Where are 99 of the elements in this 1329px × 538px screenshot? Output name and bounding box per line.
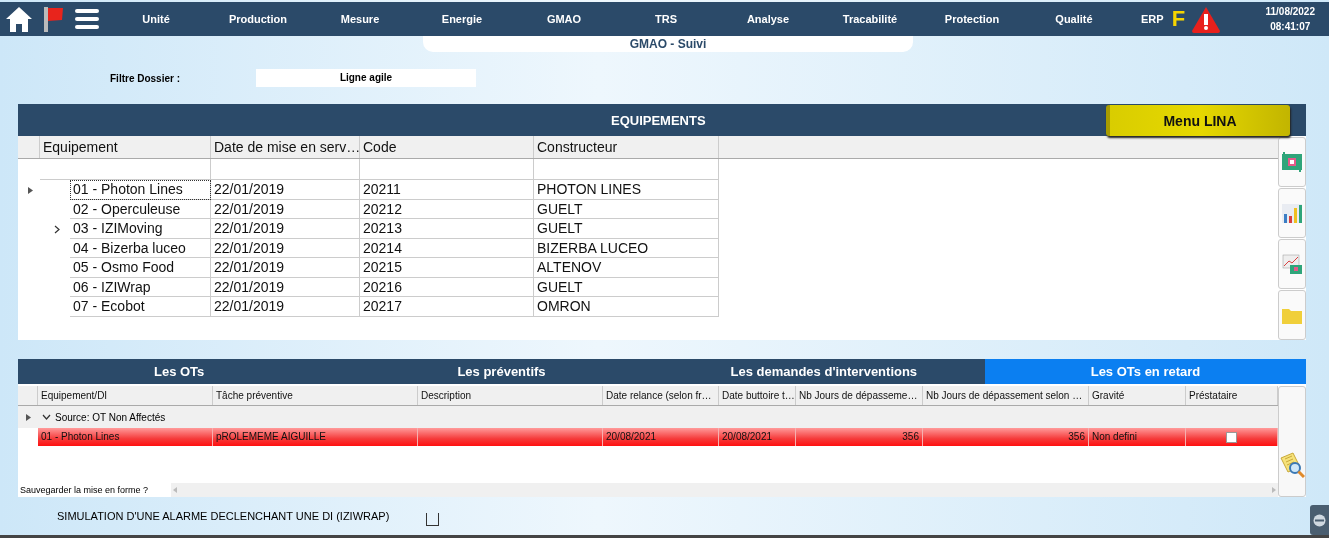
tab[interactable]: Les préventifs <box>340 359 663 384</box>
column-header[interactable]: Description <box>418 386 603 405</box>
filter-cell[interactable] <box>211 159 360 180</box>
table-cell: 06 - IZIWrap <box>70 277 211 297</box>
nav-item[interactable]: Unité <box>105 13 207 25</box>
table-cell: 02 - Operculeuse <box>70 199 211 219</box>
column-header[interactable]: Date de mise en serv… <box>211 136 360 158</box>
tab[interactable]: Les OTs <box>18 359 341 384</box>
table-cell: 22/01/2019 <box>211 219 360 239</box>
nav-item[interactable]: GMAO <box>513 13 615 25</box>
nav-item[interactable]: Protection <box>921 13 1023 25</box>
home-icon[interactable] <box>5 5 33 33</box>
table-cell: GUELT <box>534 219 719 239</box>
tab[interactable]: Les OTs en retard <box>985 359 1306 384</box>
column-header[interactable]: Nb Jours de dépassement selon … <box>923 386 1089 405</box>
table-cell: OMRON <box>534 297 719 317</box>
checkbox[interactable] <box>1226 431 1237 443</box>
simulation-label: SIMULATION D'UNE ALARME DECLENCHANT UNE DI (IZIWRAP) <box>57 510 391 522</box>
scroll-right-icon[interactable] <box>1272 487 1276 493</box>
filter-cell[interactable] <box>534 159 719 180</box>
nav-item[interactable]: Analyse <box>717 13 819 25</box>
column-header[interactable]: Tâche préventive <box>213 386 418 405</box>
nav-item[interactable]: Tracabilité <box>819 13 921 25</box>
menu-lina-button[interactable]: Menu LINA <box>1106 105 1290 136</box>
chart-board-button[interactable] <box>1278 239 1306 289</box>
nav-item[interactable]: Mesure <box>309 13 411 25</box>
table-cell: 20211 <box>360 180 534 200</box>
circle-icon <box>1313 513 1326 527</box>
table-cell: 20214 <box>360 238 534 258</box>
table-cell: 356 <box>923 428 1089 446</box>
table-cell: 22/01/2019 <box>211 297 360 317</box>
circuit-board-button[interactable] <box>1278 137 1306 187</box>
tab[interactable]: Les demandes d'interventions <box>662 359 985 384</box>
column-header[interactable]: Equipement/DI <box>38 386 213 405</box>
table-cell: 20/08/2021 <box>603 428 719 446</box>
column-header[interactable]: Code <box>360 136 534 158</box>
bar-chart-button[interactable] <box>1278 188 1306 238</box>
table-cell: 20212 <box>360 199 534 219</box>
document-search-icon <box>1279 452 1305 478</box>
group-row[interactable]: Source: OT Non Affectés <box>18 406 1278 428</box>
flag-icon[interactable] <box>41 5 65 33</box>
table-cell: Non defini <box>1089 428 1186 446</box>
filter-cell[interactable] <box>40 159 211 180</box>
horizontal-scrollbar[interactable] <box>170 483 1278 497</box>
table-cell: 22/01/2019 <box>211 277 360 297</box>
panel-title: EQUIPEMENTS <box>611 113 706 128</box>
table-cell: 22/01/2019 <box>211 199 360 219</box>
status-letter: F <box>1171 6 1186 32</box>
menu-icon[interactable] <box>75 8 99 30</box>
nav-item[interactable]: Energie <box>411 13 513 25</box>
collapse-chevron-icon[interactable] <box>42 414 51 420</box>
table-cell: ALTENOV <box>534 258 719 278</box>
column-header[interactable]: Nb Jours de dépasseme… <box>796 386 923 405</box>
bar-chart-icon <box>1281 202 1303 224</box>
checkbox[interactable] <box>426 512 439 526</box>
table-cell: BIZERBA LUCEO <box>534 238 719 258</box>
table-cell: 01 - Photon Lines <box>38 428 213 446</box>
table-cell: GUELT <box>534 199 719 219</box>
column-header[interactable]: Date relance (selon fr… <box>603 386 719 405</box>
table-cell: 20/08/2021 <box>719 428 796 446</box>
table-cell: 03 - IZIMoving <box>70 219 211 239</box>
table-cell: 20215 <box>360 258 534 278</box>
search-document-button[interactable] <box>1278 386 1306 497</box>
nav-item[interactable]: Qualité <box>1023 13 1125 25</box>
table-cell: 20217 <box>360 297 534 317</box>
table-cell: 07 - Ecobot <box>70 297 211 317</box>
table-cell: 04 - Bizerba luceo <box>70 238 211 258</box>
nav-item[interactable]: ERP <box>1141 13 1164 25</box>
table-cell: 20216 <box>360 277 534 297</box>
table-cell: 356 <box>796 428 923 446</box>
warning-icon[interactable] <box>1191 5 1222 33</box>
group-label: Source: OT Non Affectés <box>55 411 166 423</box>
filter-cell[interactable] <box>360 159 534 180</box>
corner-button[interactable] <box>1310 505 1329 535</box>
column-header[interactable]: Gravité <box>1089 386 1186 405</box>
time-text: 08:41:07 <box>1270 21 1311 32</box>
table-cell: PHOTON LINES <box>534 180 719 200</box>
table-cell: 20213 <box>360 219 534 239</box>
table-cell: 01 - Photon Lines <box>70 180 211 200</box>
table-cell: 22/01/2019 <box>211 258 360 278</box>
column-header[interactable]: Constructeur <box>534 136 719 158</box>
circuit-board-icon <box>1281 151 1303 173</box>
page-title: GMAO - Suivi <box>423 36 913 52</box>
table-cell: 22/01/2019 <box>211 238 360 258</box>
column-header[interactable]: Date buttoire t… <box>719 386 796 405</box>
table-cell: 05 - Osmo Food <box>70 258 211 278</box>
filter-label: Filtre Dossier : <box>110 72 182 84</box>
chart-board-icon <box>1281 253 1303 275</box>
scroll-left-icon[interactable] <box>173 487 177 493</box>
date-text: 11/08/2022 <box>1265 6 1315 17</box>
expand-chevron-icon[interactable] <box>53 224 60 234</box>
table-cell: 22/01/2019 <box>211 180 360 200</box>
table-cell: pROLEMEME AIGUILLE <box>213 428 418 446</box>
table-cell: GUELT <box>534 277 719 297</box>
nav-item[interactable]: TRS <box>615 13 717 25</box>
nav-item[interactable]: Production <box>207 13 309 25</box>
save-layout-text: Sauvegarder la mise en forme ? <box>18 483 170 497</box>
filter-field[interactable]: Ligne agile <box>256 69 476 87</box>
column-header[interactable]: Equipement <box>40 136 211 158</box>
